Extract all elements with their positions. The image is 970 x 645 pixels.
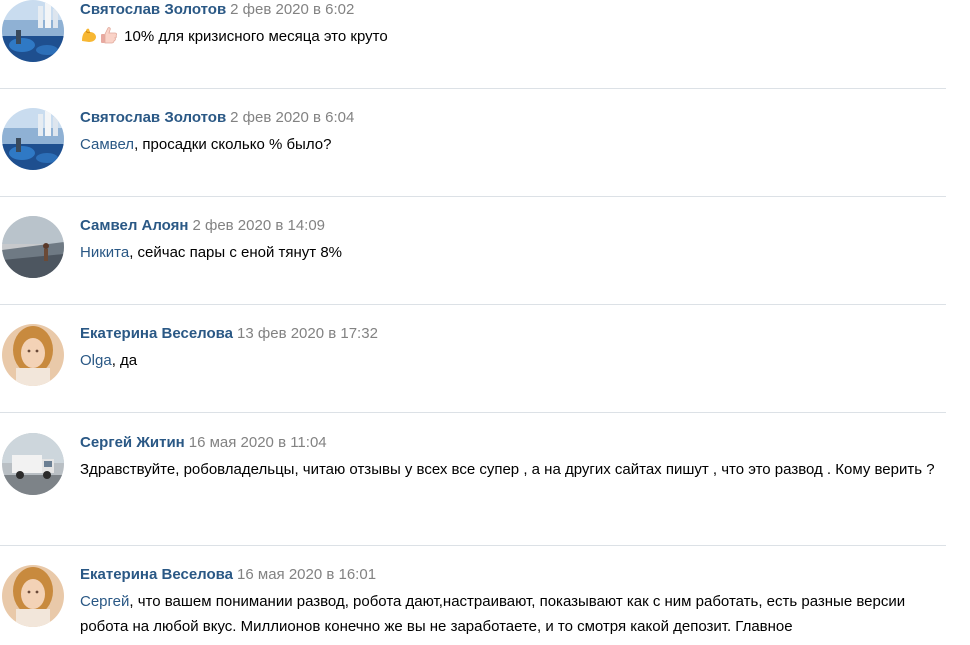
comment-text-body: , что вашем понимании развод, робота даю…: [80, 593, 906, 635]
comment-content: Святослав Золотов 2 фев 2020 в 6:02 10% д…: [80, 0, 946, 52]
comment-date[interactable]: 16 мая 2020 в 11:04: [189, 434, 327, 451]
mention-link[interactable]: Самвел: [80, 136, 134, 153]
comment-text-body: 10% для кризисного месяца это круто: [120, 28, 388, 45]
comment-author[interactable]: Самвел Алоян: [80, 217, 188, 234]
comment-item: Святослав Золотов 2 фев 2020 в 6:04 Самве…: [0, 108, 946, 197]
comment-content: Святослав Золотов 2 фев 2020 в 6:04 Самве…: [80, 108, 946, 157]
comment-date[interactable]: 2 фев 2020 в 14:09: [192, 217, 325, 234]
comment-content: Самвел Алоян 2 фев 2020 в 14:09 Никита, с…: [80, 216, 946, 265]
comment-text: Здравствуйте, робовладельцы, читаю отзыв…: [80, 457, 946, 482]
comment-text-body: , просадки сколько % было?: [134, 136, 332, 153]
comment-item: Самвел Алоян 2 фев 2020 в 14:09 Никита, с…: [0, 216, 946, 305]
avatar[interactable]: [2, 565, 64, 627]
comment-text-body: , сейчас пары с еной тянут 8%: [129, 244, 343, 261]
comment-text: Olga, да: [80, 348, 946, 373]
thumbs-up-icon: [100, 26, 118, 52]
avatar[interactable]: [2, 433, 64, 495]
comment-content: Екатерина Веселова 16 мая 2020 в 16:01 Се…: [80, 565, 946, 639]
comment-content: Екатерина Веселова 13 фев 2020 в 17:32 Ol…: [80, 324, 946, 373]
comment-author[interactable]: Святослав Золотов: [80, 109, 226, 126]
comment-text-body: , да: [111, 352, 138, 369]
comment-item: Екатерина Веселова 13 фев 2020 в 17:32 Ol…: [0, 324, 946, 413]
comment-divider: [0, 304, 946, 305]
comment-author[interactable]: Екатерина Веселова: [80, 325, 233, 342]
avatar[interactable]: [2, 216, 64, 278]
comment-text: Сергей, что вашем понимании развод, робо…: [80, 589, 946, 639]
comment-date[interactable]: 2 фев 2020 в 6:04: [230, 109, 354, 126]
comment-author[interactable]: Святослав Золотов: [80, 1, 226, 18]
comment-text-body: Здравствуйте, робовладельцы, читаю отзыв…: [80, 461, 935, 478]
comment-divider: [0, 545, 946, 546]
mention-link[interactable]: Никита: [80, 244, 129, 261]
comment-date[interactable]: 13 фев 2020 в 17:32: [237, 325, 378, 342]
avatar[interactable]: [2, 324, 64, 386]
comment-text: Самвел, просадки сколько % было?: [80, 132, 946, 157]
comment-author[interactable]: Екатерина Веселова: [80, 566, 233, 583]
avatar[interactable]: [2, 0, 64, 62]
comment-date[interactable]: 16 мая 2020 в 16:01: [237, 566, 376, 583]
comment-item: Сергей Житин 16 мая 2020 в 11:04 Здравств…: [0, 433, 946, 546]
comment-divider: [0, 412, 946, 413]
avatar[interactable]: [2, 108, 64, 170]
comment-content: Сергей Житин 16 мая 2020 в 11:04 Здравств…: [80, 433, 946, 482]
comment-item: Святослав Золотов 2 фев 2020 в 6:02 10% д…: [0, 0, 946, 89]
comment-date[interactable]: 2 фев 2020 в 6:02: [230, 1, 354, 18]
mention-link[interactable]: Olga: [80, 352, 112, 369]
comment-text: 10% для кризисного месяца это круто: [80, 24, 946, 52]
comment-item: Екатерина Веселова 16 мая 2020 в 16:01 Се…: [0, 565, 946, 645]
comment-divider: [0, 196, 946, 197]
comment-divider: [0, 88, 946, 89]
comment-text: Никита, сейчас пары с еной тянут 8%: [80, 240, 946, 265]
mention-link[interactable]: Сергей: [80, 593, 129, 610]
comment-author[interactable]: Сергей Житин: [80, 434, 185, 451]
flexed-biceps-icon: [80, 26, 98, 52]
